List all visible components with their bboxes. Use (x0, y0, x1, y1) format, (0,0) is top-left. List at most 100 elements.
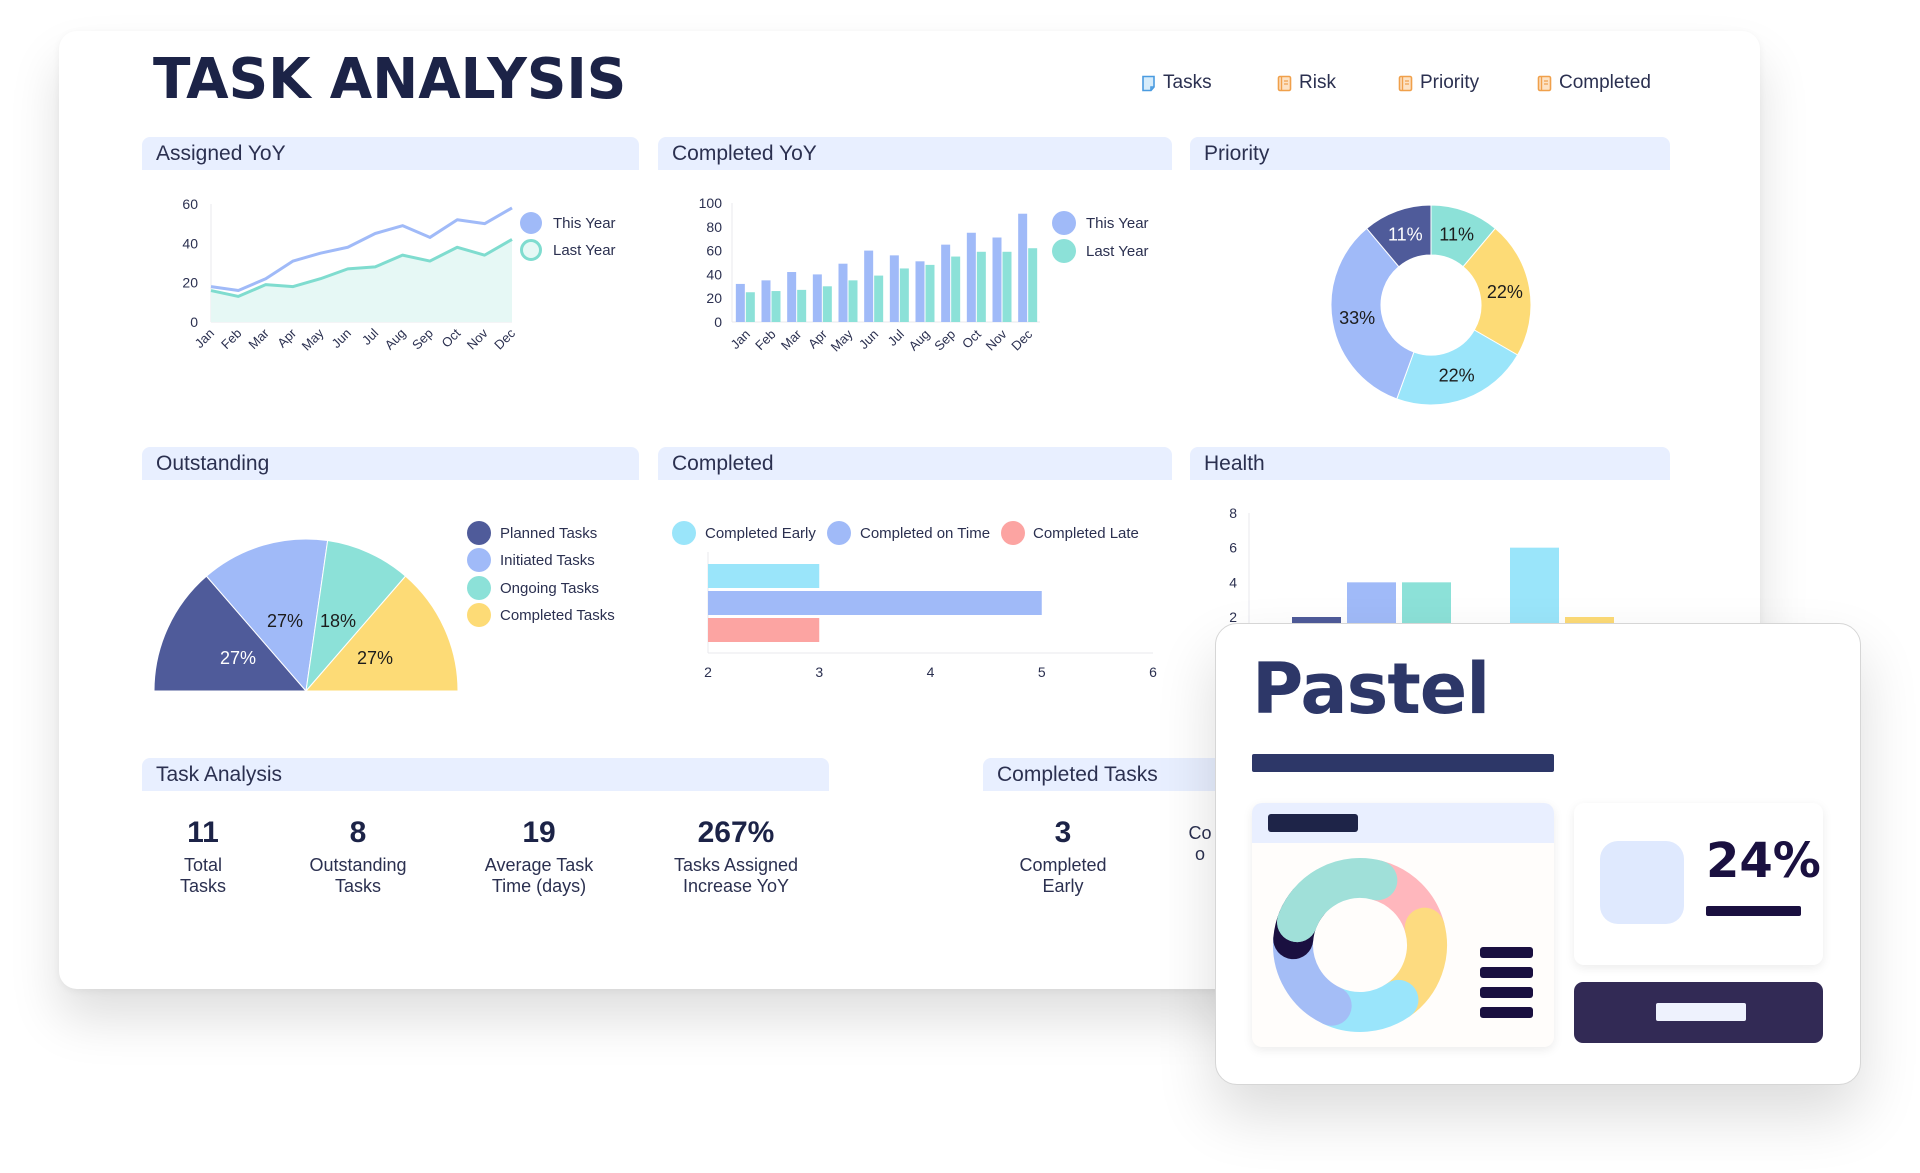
legend-marker-this-year (1052, 211, 1076, 235)
kpi-label-line2: Tasks (179, 876, 226, 896)
legend-line (1480, 967, 1533, 978)
x-tick-label: Feb (752, 327, 778, 353)
x-tick-label: Jul (885, 326, 907, 348)
donut-slice-label: 11% (1439, 225, 1474, 245)
y-tick-label: 60 (182, 196, 198, 212)
legend-label-last-year: Last Year (553, 242, 616, 259)
y-tick-label: 8 (1229, 505, 1237, 521)
theme-preview-kpi-swatch (1600, 841, 1684, 924)
bar-this-year (992, 237, 1002, 322)
hbar (708, 591, 1042, 615)
x-tick-label: Sep (931, 327, 958, 354)
legend-marker (467, 548, 491, 572)
bar-this-year (864, 250, 874, 322)
y-tick-label: 20 (182, 275, 198, 291)
legend-label: Initiated Tasks (500, 552, 595, 569)
x-tick-label: Dec (491, 325, 518, 352)
x-tick-label: Apr (805, 326, 830, 351)
y-tick-label: 40 (706, 266, 722, 282)
theme-preview-kpi-underline (1706, 906, 1801, 916)
kpi-label-line2: Tasks (334, 876, 381, 896)
x-tick-label: Oct (959, 326, 984, 351)
bar-last-year (874, 275, 884, 322)
donut-segment (1277, 866, 1347, 943)
bar-this-year (1018, 213, 1028, 322)
x-tick-label: Mar (245, 325, 272, 352)
half-pie-slice-label: 18% (320, 611, 356, 631)
theme-title-bar (1252, 754, 1554, 772)
x-tick-label: Nov (983, 326, 1010, 353)
kpi-label-line1: Average Task (484, 855, 594, 875)
legend-marker-this-year (520, 212, 542, 234)
kpi-tasks-assigned-increase: 267% Tasks Assigned Increase YoY (636, 817, 836, 897)
hbar (708, 564, 820, 588)
theme-preview-button[interactable] (1574, 982, 1823, 1043)
theme-preview-chart-card (1252, 803, 1554, 1047)
x-tick-label: Apr (274, 325, 299, 350)
kpi-value: 19 (522, 816, 556, 849)
theme-preview-kpi-card: 24% (1574, 803, 1823, 965)
bar-this-year (812, 274, 822, 322)
bar-last-year (848, 280, 858, 322)
half-pie-slice-label: 27% (357, 648, 393, 668)
y-tick-label: 6 (1229, 540, 1237, 556)
legend-label: Completed Late (1033, 525, 1139, 542)
half-pie-slice-label: 27% (220, 648, 256, 668)
half-pie-slice-label: 27% (267, 611, 303, 631)
kpi-average-task-time: 19 Average Task Time (days) (439, 817, 639, 897)
bar-this-year (966, 232, 976, 322)
legend-line (1480, 987, 1533, 998)
x-tick-label: Aug (382, 326, 409, 353)
kpi-value: 267% (697, 816, 775, 849)
legend-marker-last-year (520, 239, 542, 261)
legend-line (1480, 947, 1533, 958)
y-tick-label: 40 (182, 235, 198, 251)
bar-last-year (822, 286, 832, 322)
y-tick-label: 0 (190, 314, 198, 330)
theme-preview-card[interactable]: Pastel 24% (1215, 623, 1861, 1085)
bar-last-year (925, 264, 935, 322)
bar-this-year (915, 261, 925, 322)
x-tick-label: Jul (359, 325, 381, 347)
x-tick-label: Jan (728, 327, 753, 352)
y-tick-label: 100 (699, 195, 723, 211)
kpi-label-line1: Total (183, 855, 223, 875)
x-tick-label: 6 (1149, 664, 1157, 680)
legend-marker (672, 521, 696, 545)
theme-preview-button-label (1656, 1003, 1746, 1021)
bar-this-year (761, 280, 771, 322)
x-tick-label: Jun (329, 326, 354, 351)
legend-marker (467, 603, 491, 627)
donut-slice-label: 11% (1388, 225, 1423, 245)
y-tick-label: 4 (1229, 574, 1237, 590)
x-tick-label: May (299, 325, 327, 353)
bar-last-year (976, 251, 986, 322)
kpi-label-line1: Outstanding (309, 855, 407, 875)
legend-label: Ongoing Tasks (500, 580, 599, 597)
bar-this-year (735, 283, 745, 322)
legend-marker (467, 521, 491, 545)
donut-slice-label: 33% (1339, 308, 1375, 328)
bar-last-year (745, 292, 755, 322)
x-tick-label: Sep (409, 326, 436, 353)
bar-this-year (787, 272, 797, 322)
legend-label-last-year: Last Year (1086, 243, 1149, 260)
x-tick-label: 2 (704, 664, 712, 680)
bar-last-year (797, 289, 807, 322)
donut-slice-label: 22% (1487, 282, 1523, 302)
kpi-label-line2: Early (1042, 876, 1084, 896)
x-tick-label: Jun (856, 327, 881, 352)
x-tick-label: Oct (438, 325, 463, 350)
kpi-label-line1: Tasks Assigned (673, 855, 799, 875)
legend-label: Planned Tasks (500, 525, 597, 542)
kpi-label-line2: Time (days) (491, 876, 587, 896)
legend-marker (467, 576, 491, 600)
legend-label: Completed Early (705, 525, 816, 542)
kpi-value: 8 (349, 816, 367, 849)
legend-marker (827, 521, 851, 545)
kpi-label-line2: o (1194, 844, 1205, 864)
x-tick-label: Feb (218, 326, 244, 352)
x-tick-label: 5 (1038, 664, 1046, 680)
theme-preview-percent: 24% (1706, 833, 1821, 889)
kpi-label-line1: Completed (1019, 855, 1107, 875)
